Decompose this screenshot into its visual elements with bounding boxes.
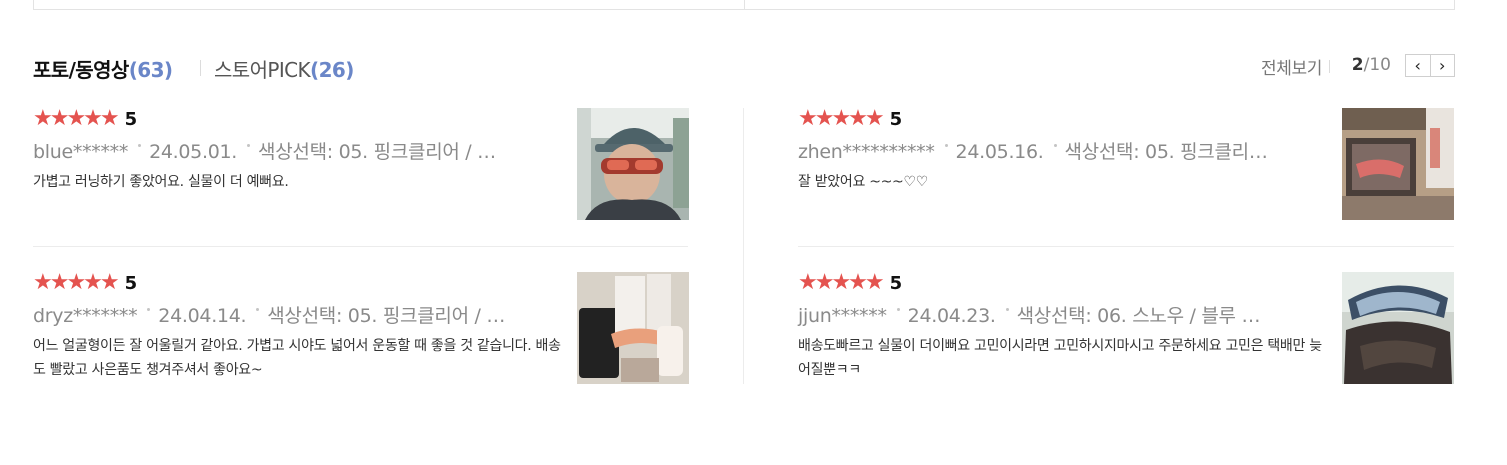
review-meta: zhen********** 24.05.16. 색상선택: 05. 핑크클리… (798, 137, 1268, 164)
tab-photo-video[interactable]: 포토/동영상(63) (33, 54, 173, 83)
previous-section-box (33, 0, 1455, 10)
review-user: blue****** (33, 141, 129, 163)
review-user: dryz******* (33, 305, 138, 327)
review-date: 24.04.23. (907, 305, 996, 327)
pagination-controls: ‹ › (1405, 54, 1455, 77)
tab-photo-video-count: (63) (128, 58, 173, 82)
review-score: 5 (889, 272, 903, 294)
review-option: 색상선택: 05. 핑크클리… (1064, 141, 1268, 163)
review-photo[interactable] (1342, 108, 1454, 220)
review-text: 가볍고 러닝하기 좋았어요. 실물이 더 예뻐요. (33, 174, 289, 190)
prev-page-button[interactable]: ‹ (1406, 55, 1430, 76)
meta-dot-icon (1005, 307, 1009, 311)
star-rating-icon: ★★★★★ (33, 270, 120, 295)
tab-store-pick-count: (26) (310, 58, 354, 82)
page-total: /10 (1363, 55, 1391, 75)
column-divider (743, 108, 744, 384)
page-current: 2 (1351, 55, 1364, 75)
review-rating: ★★★★★ 5 (33, 272, 137, 294)
meta-dot-icon (138, 143, 142, 147)
review-photo[interactable] (577, 108, 689, 220)
review-text: 배송도빠르고 실물이 더이뻐요 고민이시라면 고민하시지마시고 주문하세요 고민… (798, 338, 1322, 378)
review-score: 5 (124, 108, 138, 130)
tab-store-pick[interactable]: 스토어PICK(26) (214, 54, 354, 83)
meta-dot-icon (896, 307, 900, 311)
view-all-link[interactable]: 전체보기 (1261, 54, 1322, 79)
review-score: 5 (124, 272, 138, 294)
meta-dot-icon (247, 143, 251, 147)
meta-dot-icon (944, 143, 948, 147)
review-option: 색상선택: 06. 스노우 / 블루 … (1016, 305, 1261, 327)
review-text: 잘 받았어요 ~~~♡♡ (798, 174, 928, 190)
star-rating-icon: ★★★★★ (798, 270, 885, 295)
row-divider-left (33, 246, 688, 247)
tab-photo-video-label: 포토/동영상 (33, 58, 129, 82)
review-item[interactable]: ★★★★★ 5 zhen********** 24.05.16. 색상선택: 05.… (798, 108, 1454, 220)
review-item[interactable]: ★★★★★ 5 blue****** 24.05.01. 색상선택: 05. 핑크클… (33, 108, 689, 220)
review-rating: ★★★★★ 5 (33, 108, 137, 130)
tab-store-pick-label: 스토어PICK (214, 58, 311, 82)
review-photo[interactable] (1342, 272, 1454, 384)
review-date: 24.04.14. (158, 305, 247, 327)
review-meta: blue****** 24.05.01. 색상선택: 05. 핑크클리어 / … (33, 137, 496, 164)
review-header: 포토/동영상(63) 스토어PICK(26) 전체보기 2/10 ‹ › (33, 52, 1455, 82)
review-score: 5 (889, 108, 903, 130)
review-photo[interactable] (577, 272, 689, 384)
header-divider (1329, 60, 1330, 73)
tab-divider (200, 60, 201, 76)
star-rating-icon: ★★★★★ (33, 106, 120, 131)
chevron-right-icon: › (1439, 55, 1446, 75)
review-rating: ★★★★★ 5 (798, 108, 902, 130)
review-user: zhen********** (798, 141, 935, 163)
next-page-button[interactable]: › (1429, 55, 1455, 76)
review-meta: jjun****** 24.04.23. 색상선택: 06. 스노우 / 블루 … (798, 301, 1260, 328)
star-rating-icon: ★★★★★ (798, 106, 885, 131)
meta-dot-icon (256, 307, 260, 311)
meta-dot-icon (147, 307, 151, 311)
review-meta: dryz******* 24.04.14. 색상선택: 05. 핑크클리어 / … (33, 301, 505, 328)
review-date: 24.05.01. (149, 141, 238, 163)
review-date: 24.05.16. (955, 141, 1044, 163)
previous-section-divider (744, 0, 745, 9)
review-user: jjun****** (798, 305, 887, 327)
review-item[interactable]: ★★★★★ 5 jjun****** 24.04.23. 색상선택: 06. 스노우… (798, 272, 1454, 384)
review-rating: ★★★★★ 5 (798, 272, 902, 294)
page-indicator: 2/10 (1352, 55, 1391, 75)
review-text: 어느 얼굴형이든 잘 어울릴거 같아요. 가볍고 시야도 넓어서 운동할 때 좋… (33, 338, 561, 378)
review-option: 색상선택: 05. 핑크클리어 / … (258, 141, 496, 163)
meta-dot-icon (1053, 143, 1057, 147)
chevron-left-icon: ‹ (1414, 55, 1421, 75)
row-divider-right (798, 246, 1454, 247)
review-item[interactable]: ★★★★★ 5 dryz******* 24.04.14. 색상선택: 05. 핑크… (33, 272, 689, 384)
review-option: 색상선택: 05. 핑크클리어 / … (267, 305, 506, 327)
